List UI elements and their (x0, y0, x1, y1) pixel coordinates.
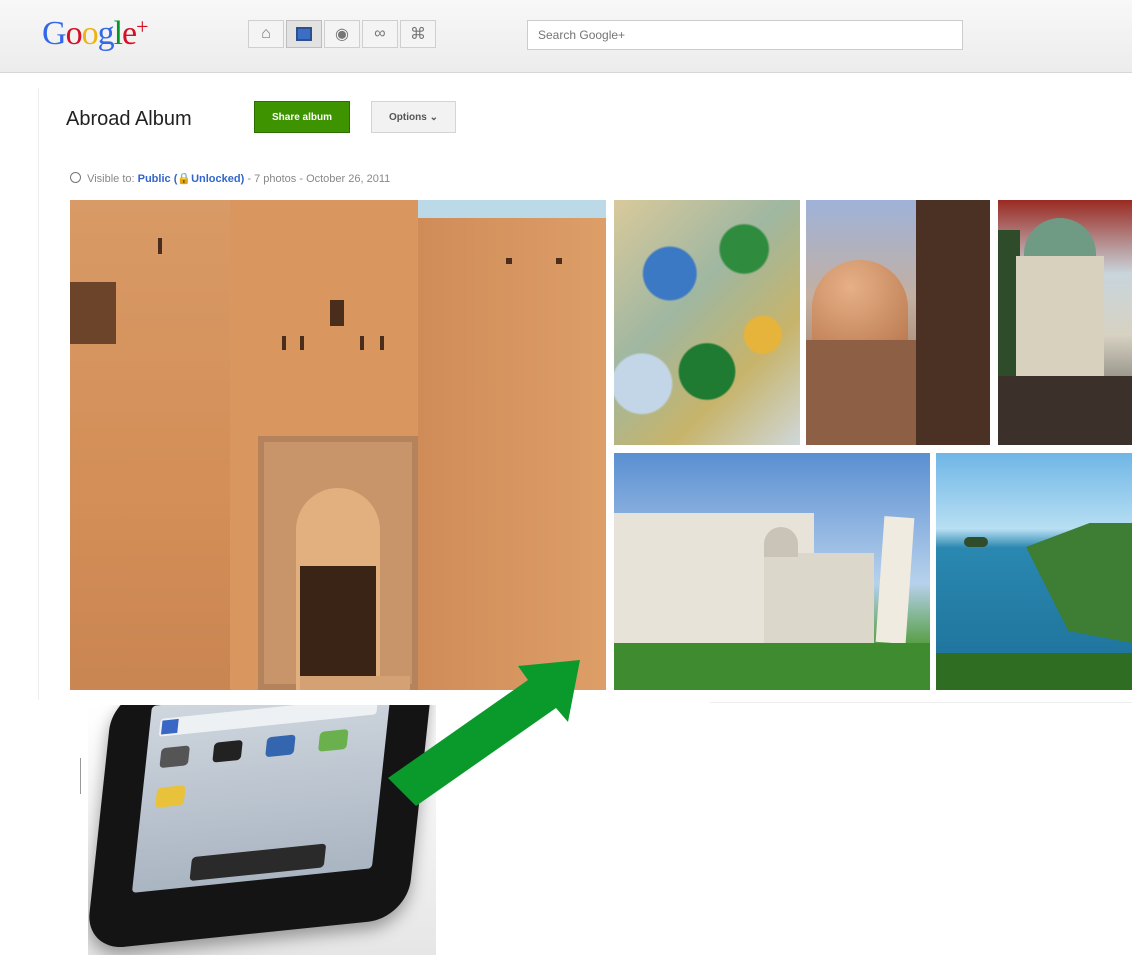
pisa-photo[interactable] (614, 453, 930, 690)
share-album-button[interactable]: Share album (254, 101, 350, 133)
album-meta: Visible to: Public (🔒Unlocked) - 7 photo… (70, 172, 390, 185)
coast-photo[interactable] (936, 453, 1132, 690)
lock-state-link[interactable]: Unlocked (191, 173, 241, 185)
divider-line (80, 758, 81, 794)
green-arrow-icon (388, 660, 580, 806)
visibility-link[interactable]: Public (138, 173, 171, 185)
app-icon (212, 739, 243, 763)
home-icon[interactable]: ⌂ (248, 20, 284, 48)
lock-icon: 🔒 (177, 173, 192, 185)
top-bar: Google+ ⌂ ◉ ∞ ⌘ (0, 0, 1132, 73)
grid-bottom-divider (710, 702, 1132, 703)
phone-dock (189, 843, 327, 882)
browser-app-icon (265, 734, 296, 758)
content-divider (38, 88, 39, 700)
mosaic-photo[interactable] (614, 200, 800, 445)
search-input[interactable] (527, 20, 963, 50)
google-icon (160, 718, 179, 735)
messaging-app-icon (317, 729, 349, 752)
options-dropdown[interactable]: Options ⌄ (371, 101, 456, 133)
chevron-down-icon: ⌄ (426, 111, 438, 123)
dome-photo[interactable] (806, 200, 990, 445)
berlin-cathedral-photo[interactable] (998, 200, 1132, 445)
globe-icon (70, 172, 81, 183)
phone-screen (131, 705, 392, 893)
google-plus-logo[interactable]: Google+ (42, 14, 149, 53)
photo-count: 7 photos (254, 173, 297, 185)
circles-icon[interactable]: ∞ (362, 20, 398, 48)
camera-app-icon (159, 745, 190, 769)
album-title: Abroad Album (66, 108, 192, 130)
photos-icon[interactable] (286, 20, 322, 48)
options-label: Options (389, 111, 427, 123)
visibility-prefix: Visible to: (87, 173, 135, 185)
email-app-icon (155, 785, 186, 808)
album-date: October 26, 2011 (306, 173, 391, 185)
fort-photo[interactable] (70, 200, 606, 690)
profile-icon[interactable]: ◉ (324, 20, 360, 48)
arrow-shape (388, 660, 580, 806)
nav-buttons: ⌂ ◉ ∞ ⌘ (248, 20, 438, 48)
games-icon[interactable]: ⌘ (400, 20, 436, 48)
